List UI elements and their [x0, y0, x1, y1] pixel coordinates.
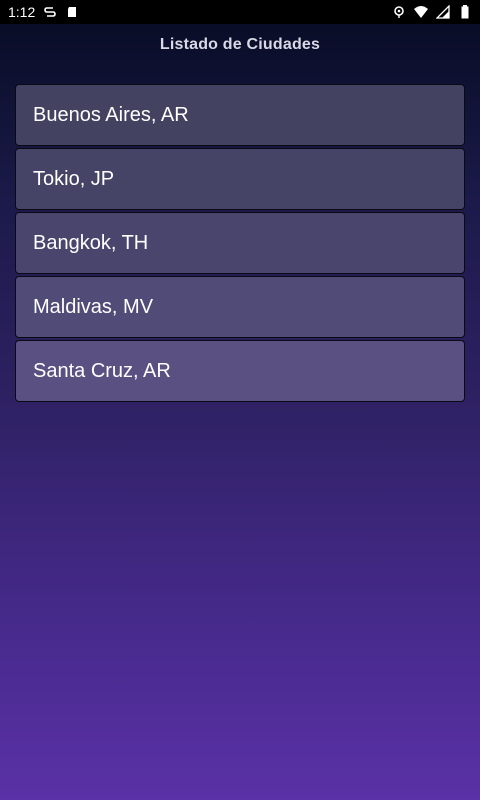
- battery-icon: [458, 5, 472, 19]
- wifi-icon: [414, 5, 428, 19]
- status-time: 1:12: [8, 4, 36, 20]
- list-item-city[interactable]: Maldivas, MV: [15, 276, 465, 338]
- signal-icon: [436, 5, 450, 19]
- status-bar: 1:12: [0, 0, 480, 24]
- status-left: 1:12: [8, 4, 79, 20]
- location-icon: [392, 5, 406, 19]
- status-right: [392, 5, 472, 19]
- list-item-city[interactable]: Bangkok, TH: [15, 212, 465, 274]
- sync-icon: [43, 5, 57, 19]
- sd-card-icon: [65, 5, 79, 19]
- list-item-city[interactable]: Buenos Aires, AR: [15, 84, 465, 146]
- list-item-city[interactable]: Santa Cruz, AR: [15, 340, 465, 402]
- city-list: Buenos Aires, AR Tokio, JP Bangkok, TH M…: [15, 84, 465, 402]
- list-item-city[interactable]: Tokio, JP: [15, 148, 465, 210]
- page-title: Listado de Ciudades: [159, 36, 321, 53]
